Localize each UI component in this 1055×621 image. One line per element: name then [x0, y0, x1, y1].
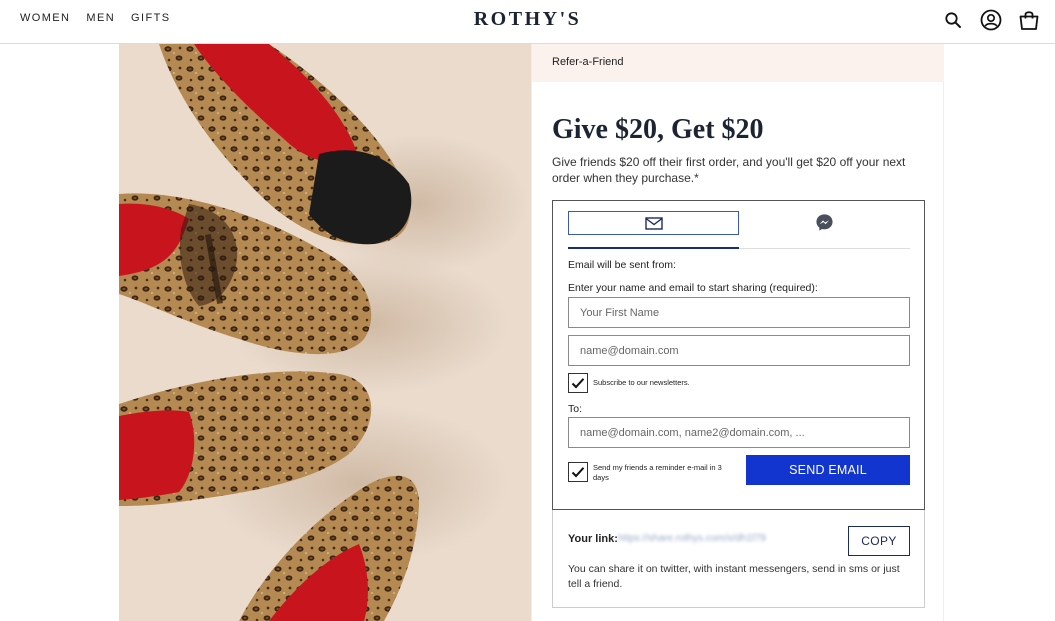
checkmark-icon [571, 378, 585, 389]
breadcrumb-label: Refer-a-Friend [552, 56, 624, 68]
tab-email-frame [568, 211, 739, 235]
reminder-checkbox[interactable] [568, 462, 588, 482]
enter-details-label: Enter your name and email to start shari… [568, 282, 818, 294]
nav-gifts-link[interactable]: GIFTS [131, 12, 170, 24]
header-actions [941, 8, 1041, 32]
share-help-text: You can share it on twitter, with instan… [568, 563, 900, 590]
nav-women-link[interactable]: WOMEN [20, 12, 70, 24]
email-icon [644, 216, 663, 230]
messenger-icon [816, 214, 833, 231]
send-email-button[interactable]: SEND EMAIL [746, 455, 910, 485]
leopard-flats-illustration [119, 44, 531, 621]
tab-email[interactable] [568, 211, 739, 249]
top-navigation: WOMEN MEN GIFTS ROTHY'S [0, 0, 1055, 44]
account-icon[interactable] [979, 8, 1003, 32]
subscribe-checkbox[interactable] [568, 373, 588, 393]
sent-from-label: Email will be sent from: [568, 259, 676, 271]
main-menu: WOMEN MEN GIFTS [20, 12, 170, 24]
page-title: Give $20, Get $20 [552, 114, 764, 145]
copy-button[interactable]: COPY [848, 526, 910, 556]
offer-description: Give friends $20 off their first order, … [552, 155, 906, 185]
tab-messenger[interactable] [739, 211, 910, 249]
referral-panel: Refer-a-Friend Give $20, Get $20 Give fr… [531, 44, 944, 621]
search-icon[interactable] [941, 8, 965, 32]
share-link-section: Your link: https://share.rothys.com/x/dh… [552, 510, 925, 608]
reminder-label: Send my friends a reminder e-mail in 3 d… [593, 463, 722, 482]
sender-email-input[interactable] [568, 335, 910, 366]
share-form: Email will be sent from: Enter your name… [552, 200, 925, 510]
first-name-input[interactable] [568, 297, 910, 328]
bag-icon[interactable] [1017, 8, 1041, 32]
checkmark-icon [571, 467, 585, 478]
hero-image [119, 44, 531, 621]
your-link-label: Your link: [568, 533, 618, 545]
subscribe-label: Subscribe to our newsletters. [593, 378, 690, 387]
referral-link[interactable]: https://share.rothys.com/x/dh1f79 [618, 533, 766, 544]
recipients-input[interactable] [568, 417, 910, 448]
nav-men-link[interactable]: MEN [86, 12, 115, 24]
brand-logo[interactable]: ROTHY'S [474, 8, 582, 30]
breadcrumb: Refer-a-Friend [532, 44, 944, 82]
to-label: To: [568, 403, 583, 415]
